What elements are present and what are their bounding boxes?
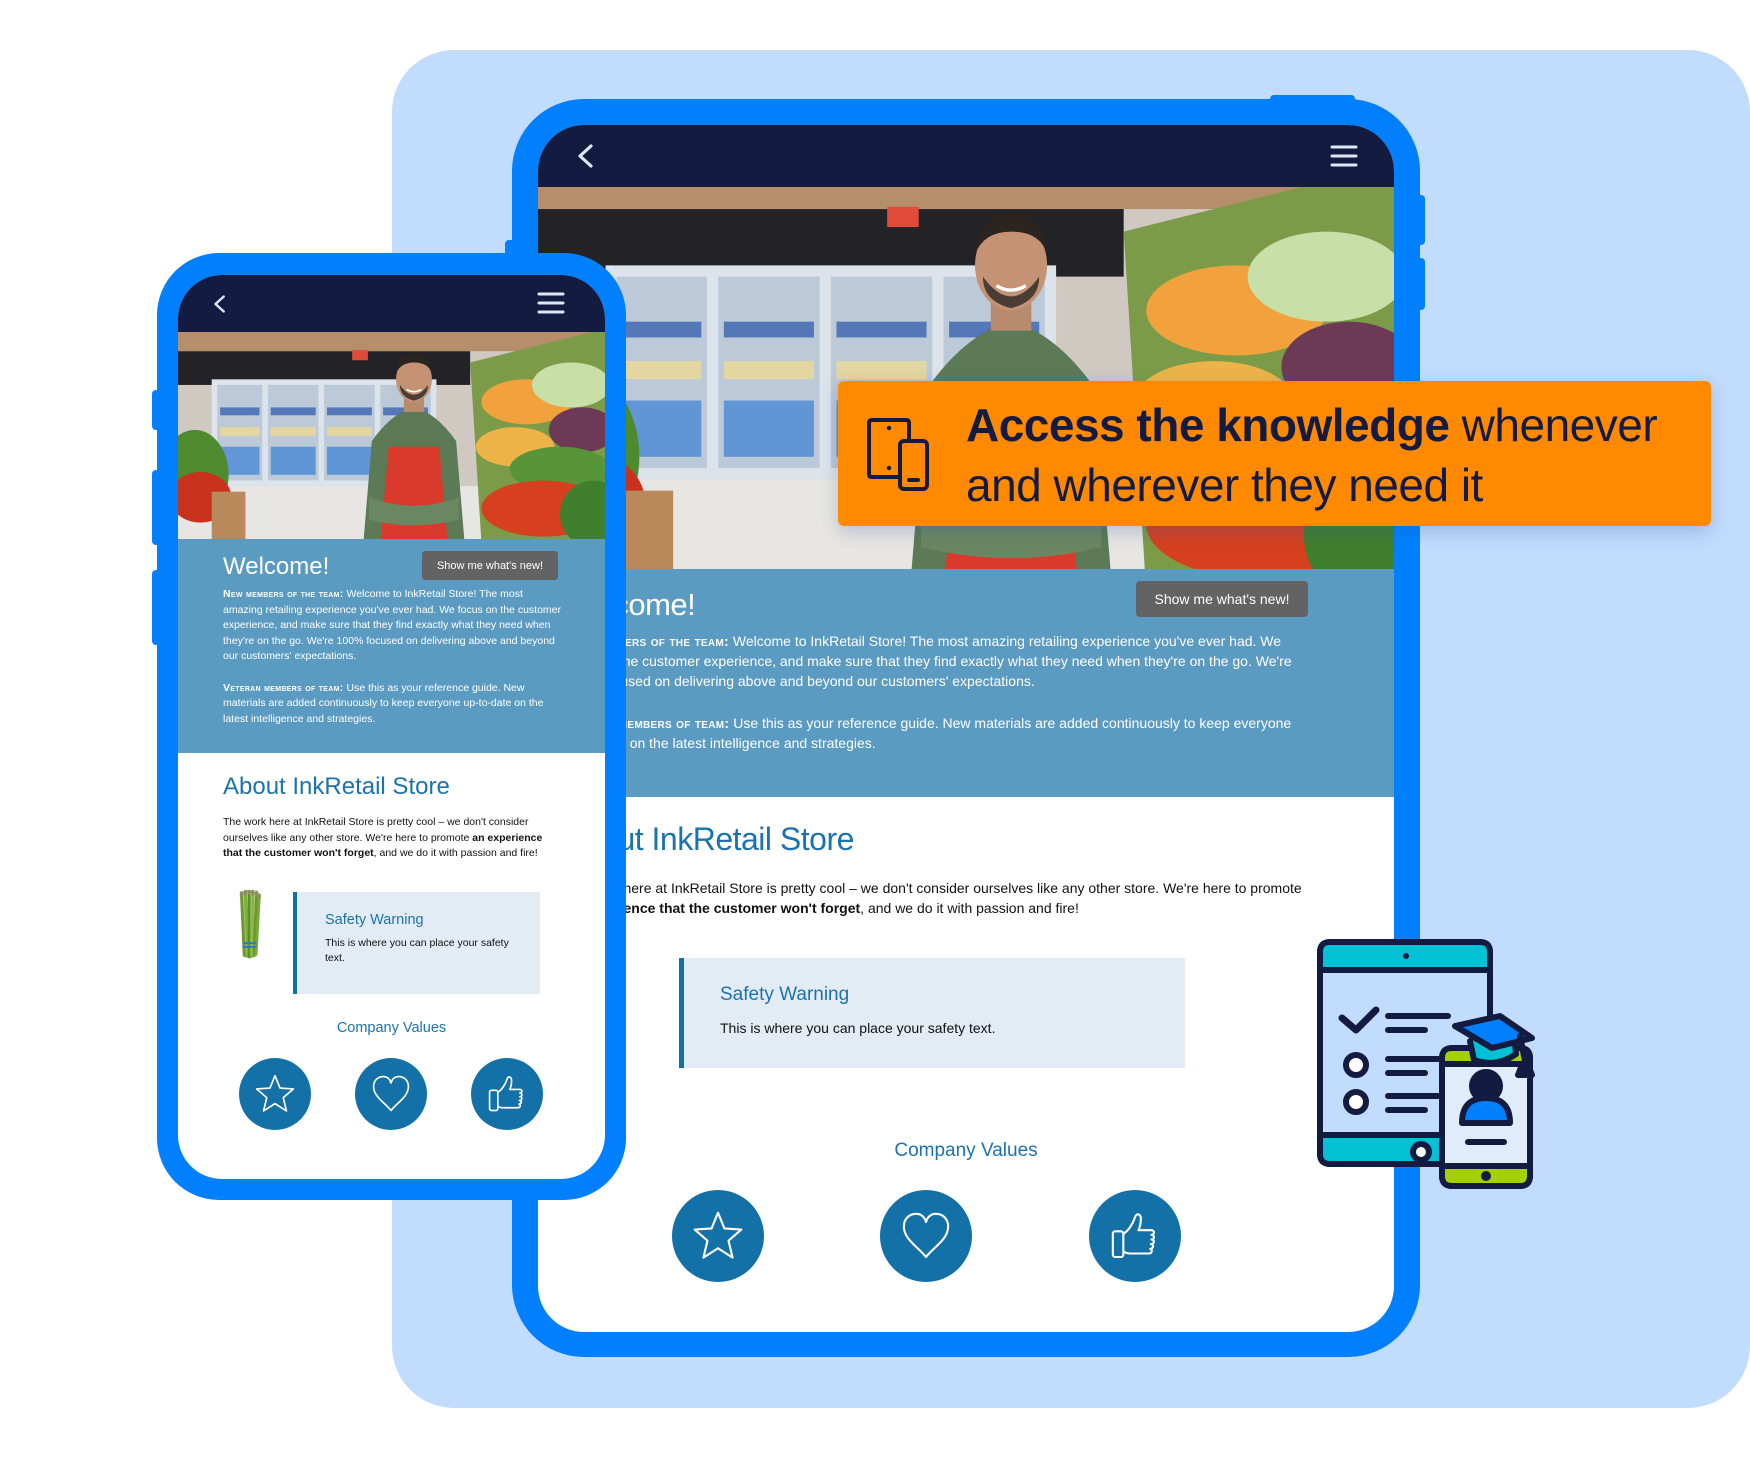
tablet-screen: Welcome! Show me what's new! New members… — [538, 125, 1394, 1332]
tablet-power-button — [1270, 95, 1355, 103]
phone-top-button — [505, 240, 538, 254]
chevron-left-icon[interactable] — [574, 143, 598, 169]
phone-mute-switch — [152, 390, 160, 430]
safety-warning-title: Safety Warning — [720, 984, 850, 1005]
new-members-label: New members of the team: — [223, 588, 344, 600]
about-title: About InkRetail Store — [223, 773, 450, 800]
app-header — [538, 125, 1394, 187]
star-icon — [253, 1072, 297, 1116]
heart-icon — [369, 1072, 413, 1116]
company-values-title: Company Values — [336, 1019, 447, 1036]
veteran-members-paragraph: Veteran members of team: Use this as you… — [223, 681, 561, 728]
app-header — [178, 275, 605, 332]
callout-text: Access the knowledge whenever and wherev… — [966, 395, 1658, 515]
phone-volume-down-button — [152, 570, 160, 645]
callout-text-line2: and wherever they need it — [966, 459, 1483, 511]
company-values — [178, 1036, 605, 1146]
store-employee-photo — [178, 332, 605, 539]
about-title: About InkRetail Store — [562, 821, 854, 857]
tablet-volume-down-button — [1417, 258, 1425, 310]
value-thumbs-up-button[interactable] — [471, 1057, 543, 1130]
hamburger-menu-icon[interactable] — [1330, 145, 1358, 167]
asparagus-image — [237, 889, 263, 958]
heart-icon — [898, 1208, 954, 1264]
hero-image — [178, 332, 605, 539]
safety-row: Safety Warning This is where you can pla… — [178, 862, 605, 1002]
value-thumbs-up-button[interactable] — [1089, 1190, 1181, 1282]
phone-device: Welcome! Show me what's new! New members… — [152, 240, 626, 1200]
safety-warning-text: This is where you can place your safety … — [325, 936, 509, 964]
welcome-section: Welcome! Show me what's new! New members… — [178, 539, 605, 753]
welcome-section: Welcome! Show me what's new! New members… — [538, 569, 1394, 797]
phone-screen: Welcome! Show me what's new! New members… — [178, 275, 605, 1179]
about-text: The work here at InkRetail Store is pret… — [223, 815, 561, 862]
tablet-volume-up-button — [1417, 195, 1425, 245]
company-values — [538, 1162, 1394, 1302]
safety-row: Safety Warning This is where you can pla… — [538, 918, 1394, 1148]
about-text-end: , and we do it with passion and fire! — [860, 900, 1079, 916]
show-whats-new-button[interactable]: Show me what's new! — [422, 551, 558, 580]
safety-warning-box: Safety Warning This is where you can pla… — [293, 891, 540, 994]
devices-icon — [867, 418, 929, 491]
thumbs-up-icon — [1107, 1208, 1163, 1264]
value-heart-button[interactable] — [355, 1057, 427, 1130]
value-star-button[interactable] — [239, 1057, 311, 1130]
show-whats-new-button[interactable]: Show me what's new! — [1136, 581, 1308, 617]
thumbs-up-icon — [485, 1072, 529, 1116]
phone-volume-up-button — [152, 470, 160, 545]
feature-callout: Access the knowledge whenever and wherev… — [838, 381, 1711, 526]
tablet-device: Welcome! Show me what's new! New members… — [512, 95, 1425, 1357]
hamburger-menu-icon[interactable] — [537, 292, 565, 314]
callout-text-line1: whenever — [1449, 399, 1658, 451]
about-text: The work here at InkRetail Store is pret… — [562, 878, 1304, 918]
new-members-paragraph: New members of the team: Welcome to InkR… — [223, 587, 561, 665]
safety-warning-text: This is where you can place your safety … — [720, 1020, 996, 1036]
about-section: About InkRetail Store The work here at I… — [178, 753, 605, 862]
callout-bold-text: Access the knowledge — [966, 399, 1450, 451]
about-text-start: The work here at InkRetail Store is pret… — [562, 880, 1302, 896]
veteran-members-label: Veteran members of team: — [223, 681, 344, 694]
star-icon — [690, 1208, 746, 1264]
about-text-end: , and we do it with passion and fire! — [373, 847, 538, 859]
value-star-button[interactable] — [672, 1190, 764, 1282]
safety-warning-title: Safety Warning — [325, 911, 424, 928]
veteran-members-paragraph: Veteran members of team: Use this as you… — [562, 713, 1304, 753]
new-members-paragraph: New members of the team: Welcome to InkR… — [562, 631, 1304, 691]
chevron-left-icon[interactable] — [211, 293, 229, 315]
safety-warning-box: Safety Warning This is where you can pla… — [679, 958, 1185, 1068]
value-heart-button[interactable] — [880, 1190, 972, 1282]
about-section: About InkRetail Store The work here at I… — [538, 797, 1394, 918]
mobile-learning-illustration — [1317, 939, 1535, 1189]
